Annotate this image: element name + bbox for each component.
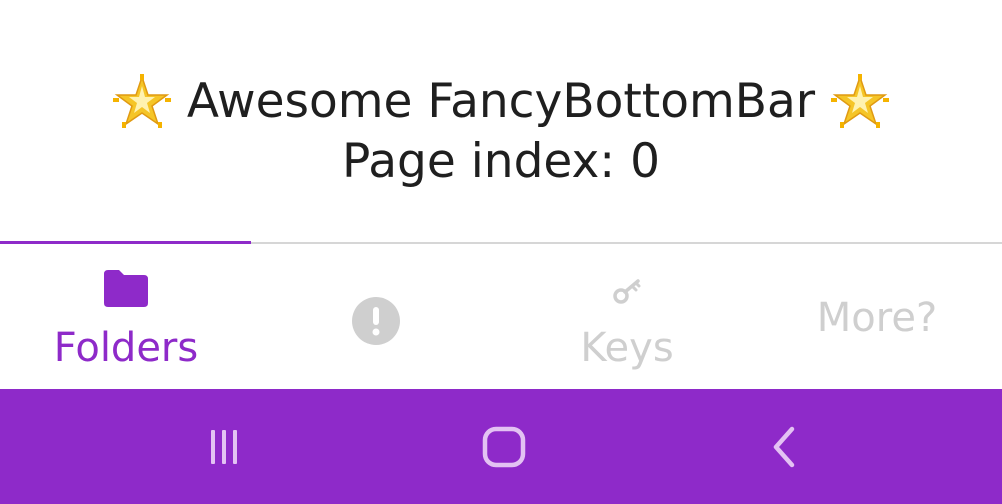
key-icon xyxy=(612,276,642,310)
tab-alert[interactable] xyxy=(251,244,501,389)
sparkle-icon xyxy=(112,74,172,130)
tab-label-more: More? xyxy=(816,295,938,341)
title-row: Awesome FancyBottomBar xyxy=(0,74,1002,130)
tab-label-keys: Keys xyxy=(580,325,674,371)
tab-keys[interactable]: Keys xyxy=(502,244,752,389)
app-title: Awesome FancyBottomBar xyxy=(186,74,816,129)
fancy-bottom-bar: Folders Keys More? xyxy=(0,244,1002,389)
back-button[interactable] xyxy=(715,389,855,504)
app-screen: Awesome FancyBottomBar Page index: 0 Fol… xyxy=(0,0,1002,504)
page-index-label: Page index: 0 xyxy=(342,134,660,189)
alert-circle-icon xyxy=(351,296,401,350)
recents-button[interactable] xyxy=(154,389,294,504)
tab-more[interactable]: More? xyxy=(752,244,1002,389)
folder-icon xyxy=(101,268,151,312)
tab-folders[interactable]: Folders xyxy=(1,244,251,389)
sparkle-icon xyxy=(830,74,890,130)
tab-label-folders: Folders xyxy=(53,325,199,371)
system-navigation-bar xyxy=(0,389,1002,504)
page-content: Awesome FancyBottomBar Page index: 0 xyxy=(0,0,1002,242)
recents-icon xyxy=(211,429,237,464)
home-button[interactable] xyxy=(434,389,574,504)
back-icon xyxy=(773,426,795,467)
home-icon xyxy=(482,426,526,467)
